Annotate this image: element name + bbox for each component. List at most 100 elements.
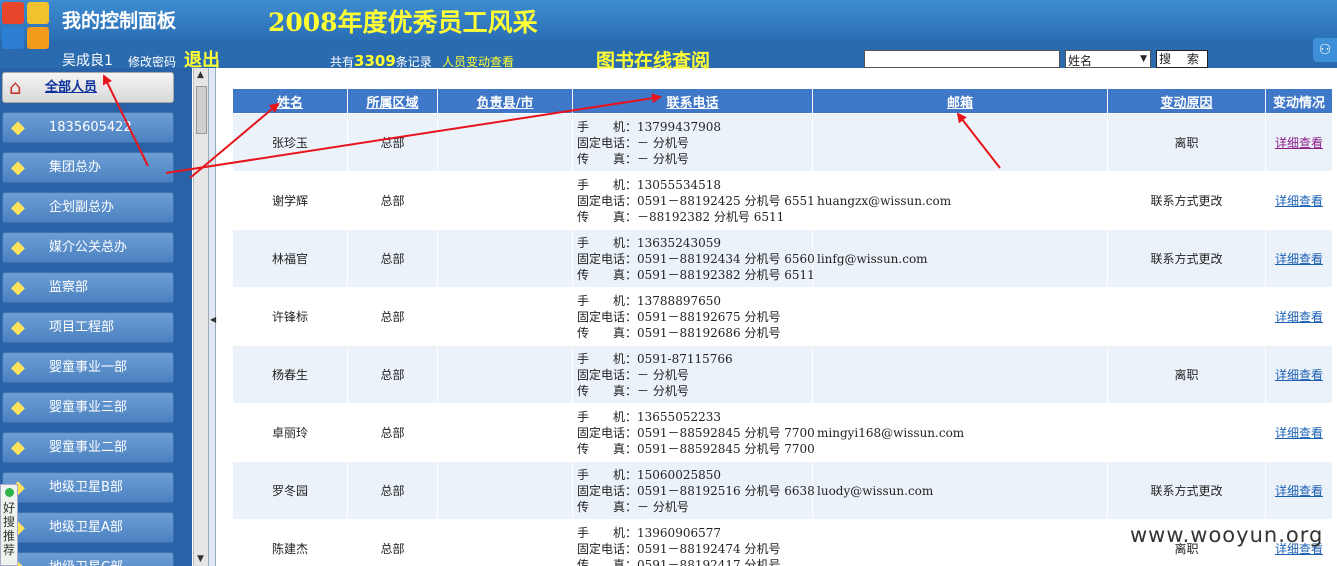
books-online-link[interactable]: 图书在线查阅 <box>596 46 710 73</box>
cell-email <box>812 287 1108 346</box>
sidebar-item-label: 全部人员 <box>45 80 98 95</box>
cell-county <box>437 403 573 462</box>
phone-line-fixed: 固定电话：－ 分机号 <box>577 367 689 382</box>
scroll-up-icon[interactable]: ▲ <box>197 70 204 80</box>
sidebar-item[interactable]: ◆地级卫星B部 <box>2 472 174 503</box>
table-row: 张珍玉 总部 手 机：13799437908 固定电话：－ 分机号传 真：－ 分机号 离… <box>232 113 1333 172</box>
collapse-arrow-icon[interactable]: ◀ <box>210 315 216 324</box>
sidebar-item[interactable]: ⌂ 全部人员 <box>2 72 174 103</box>
detail-link[interactable]: 详细查看 <box>1275 310 1323 324</box>
cell-reason: 联系方式更改 <box>1107 461 1266 520</box>
cell-email: huangzx@wissun.com <box>812 171 1108 230</box>
column-header-label[interactable]: 联系电话 <box>666 96 718 111</box>
column-header-label[interactable]: 所属区域 <box>366 96 418 111</box>
sidebar-item-label: 婴童事业三部 <box>49 400 128 415</box>
detail-link[interactable]: 详细查看 <box>1275 252 1323 266</box>
detail-link[interactable]: 详细查看 <box>1275 136 1323 150</box>
search-field-select[interactable]: 姓名 ▼ <box>1065 50 1151 68</box>
cell-detail: 详细查看 <box>1265 287 1333 346</box>
sidebar-item-label: 地级卫星A部 <box>49 520 123 535</box>
sidebar-toggle-divider[interactable]: ◀ <box>208 68 216 566</box>
phone-line-fax: 传 真：0591－88592845 分机号 7700 <box>577 441 815 456</box>
search-button[interactable]: 搜 索 <box>1156 50 1208 68</box>
scroll-thumb[interactable] <box>196 86 207 134</box>
current-user: 吴成良1 <box>62 53 113 69</box>
column-header-label[interactable]: 姓名 <box>277 96 303 111</box>
sidebar-item[interactable]: ◆地级卫星A部 <box>2 512 174 543</box>
column-header[interactable]: 邮箱 <box>812 88 1108 114</box>
phone-line-fax: 传 真：0591－88192686 分机号 <box>577 325 781 340</box>
sidebar-item[interactable]: ◆ 企划副总办 <box>2 192 174 223</box>
sidebar-item-label: 项目工程部 <box>49 320 115 335</box>
phone-line-fixed: 固定电话：0591－88192434 分机号 6560 <box>577 251 815 266</box>
sidebar-item-label: 媒介公关总办 <box>49 240 128 255</box>
cell-email: luody@wissun.com <box>812 461 1108 520</box>
cell-detail: 详细查看 <box>1265 403 1333 462</box>
cell-phone: 手 机：13799437908 固定电话：－ 分机号传 真：－ 分机号 <box>572 113 813 172</box>
cell-phone: 手 机：15060025850 固定电话：0591－88192516 分机号 66… <box>572 461 815 520</box>
cell-email <box>812 113 1108 172</box>
phone-line-mobile: 手 机：13788897650 <box>577 293 721 308</box>
diamond-icon: ◆ <box>11 397 25 418</box>
phone-line-mobile: 手 机：0591-87115766 <box>577 351 733 366</box>
column-header-label[interactable]: 负责县/市 <box>477 96 534 111</box>
sidebar-item[interactable]: ◆ 婴童事业二部 <box>2 432 174 463</box>
staff-change-link[interactable]: 人员变动查看 <box>442 53 514 70</box>
cell-county <box>437 519 573 566</box>
table-row: 卓丽玲 总部 手 机：13655052233 固定电话：0591－88592845 分… <box>232 403 1333 462</box>
sidebar-item[interactable]: ◆ 项目工程部 <box>2 312 174 343</box>
cell-region: 总部 <box>347 461 438 520</box>
cell-name: 许锋标 <box>232 287 348 346</box>
search-input[interactable] <box>864 50 1060 68</box>
detail-link[interactable]: 详细查看 <box>1275 426 1323 440</box>
phone-line-mobile: 手 机：13799437908 <box>577 119 721 134</box>
sidebar-item[interactable]: ◆ 媒介公关总办 <box>2 232 174 263</box>
phone-line-fixed: 固定电话：0591－88192474 分机号 <box>577 541 781 556</box>
cell-region: 总部 <box>347 345 438 404</box>
cell-phone: 手 机：13788897650 固定电话：0591－88192675 分机号传 真… <box>572 287 813 346</box>
diamond-icon: ◆ <box>11 197 25 218</box>
column-header[interactable]: 联系电话 <box>572 88 813 114</box>
cell-county <box>437 461 573 520</box>
table-row: 罗冬园 总部 手 机：15060025850 固定电话：0591－88192516 分… <box>232 461 1333 520</box>
network-icon[interactable]: ⚇ <box>1313 38 1337 62</box>
detail-link[interactable]: 详细查看 <box>1275 194 1323 208</box>
column-header-label[interactable]: 变动原因 <box>1160 96 1212 111</box>
phone-line-fixed: 固定电话：0591－88192516 分机号 6638 <box>577 483 815 498</box>
cell-detail: 详细查看 <box>1265 229 1333 288</box>
phone-line-mobile: 手 机：13960906577 <box>577 525 721 540</box>
column-header[interactable]: 变动原因 <box>1107 88 1266 114</box>
sidebar-item[interactable]: ◆ 监察部 <box>2 272 174 303</box>
detail-link[interactable]: 详细查看 <box>1275 368 1323 382</box>
sidebar-item-label: 婴童事业一部 <box>49 360 128 375</box>
column-header[interactable]: 负责县/市 <box>437 88 573 114</box>
sidebar-item[interactable]: ◆ 1835605422 <box>2 112 174 143</box>
watermark-text: www.wooyun.org <box>1130 523 1324 547</box>
table-row: 林福官 总部 手 机：13635243059 固定电话：0591－88192434 分… <box>232 229 1333 288</box>
diamond-icon: ◆ <box>11 237 25 258</box>
recommend-widget[interactable]: 好搜推荐 <box>0 484 18 566</box>
column-header[interactable]: 姓名 <box>232 88 348 114</box>
cell-reason <box>1107 403 1266 462</box>
column-header-label[interactable]: 邮箱 <box>947 96 973 111</box>
cell-county <box>437 113 573 172</box>
cell-county <box>437 345 573 404</box>
scroll-down-icon[interactable]: ▼ <box>197 554 204 564</box>
cell-reason: 离职 <box>1107 113 1266 172</box>
phone-line-fixed: 固定电话：－ 分机号 <box>577 135 689 150</box>
sidebar-item[interactable]: ◆地级卫星C部 <box>2 552 174 566</box>
sidebar-scrollbar[interactable]: ▲ ▼ <box>193 68 208 566</box>
sidebar-item[interactable]: ◆ 集团总办 <box>2 152 174 183</box>
phone-line-mobile: 手 机：15060025850 <box>577 467 721 482</box>
cell-region: 总部 <box>347 229 438 288</box>
column-header[interactable]: 所属区域 <box>347 88 438 114</box>
sidebar-item[interactable]: ◆ 婴童事业三部 <box>2 392 174 423</box>
phone-line-fax: 传 真：0591－88192382 分机号 6511 <box>577 267 815 282</box>
table-header-row: 姓名 所属区域 负责县/市 联系电话 邮箱 变动原因 变动情况 <box>232 88 1333 114</box>
detail-link[interactable]: 详细查看 <box>1275 484 1323 498</box>
sidebar-item[interactable]: ◆ 婴童事业一部 <box>2 352 174 383</box>
sidebar-item-label: 监察部 <box>49 280 89 295</box>
status-dot-icon <box>5 488 14 497</box>
cell-name: 林福官 <box>232 229 348 288</box>
cell-name: 张珍玉 <box>232 113 348 172</box>
